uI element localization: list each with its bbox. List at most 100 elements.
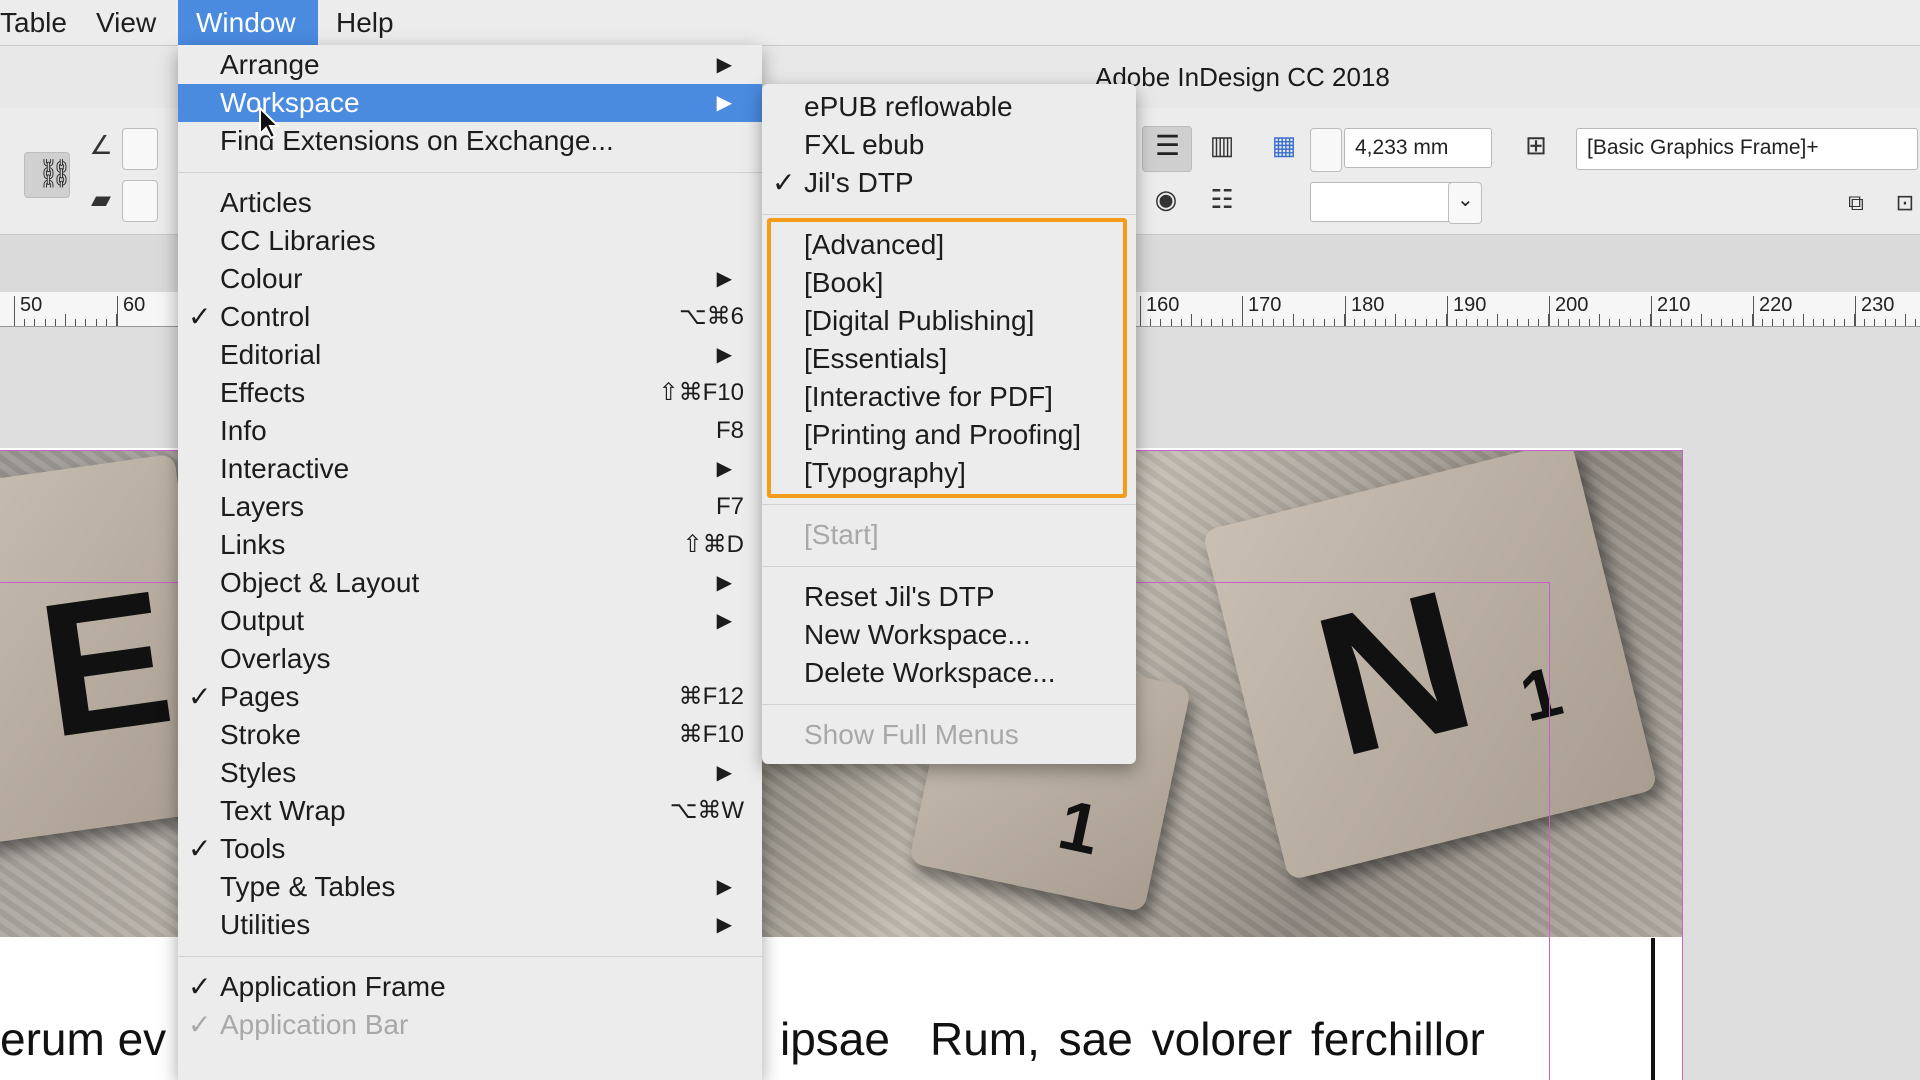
menu-item-label: Pages — [220, 681, 300, 712]
submenu-arrow-icon: ▶ — [716, 572, 732, 594]
object-style-select[interactable]: [Basic Graphics Frame]+ — [1576, 128, 1918, 170]
menu-item-label: Delete Workspace... — [804, 657, 1056, 688]
menu-item-jil-s-dtp[interactable]: ✓ Jil's DTP — [762, 164, 1136, 202]
text-frame-options-icon[interactable]: ▥ — [1202, 130, 1242, 161]
reference-icon[interactable]: ⧉ — [1836, 190, 1876, 216]
menu-help[interactable]: Help — [318, 0, 412, 45]
submenu-arrow-icon: ▶ — [716, 914, 732, 936]
body-text-mid[interactable]: ipsae — [780, 1012, 890, 1066]
menu-separator — [178, 172, 762, 173]
menu-item-new-workspace[interactable]: New Workspace... — [762, 616, 1136, 654]
menu-item-output[interactable]: Output ▶ — [178, 602, 762, 640]
checkmark-icon: ✓ — [188, 681, 212, 712]
menu-item-label: Links — [220, 529, 286, 560]
margin-guide-right — [1549, 582, 1550, 1080]
menu-item-application-frame[interactable]: ✓ Application Frame — [178, 968, 762, 1006]
menu-item-layers[interactable]: Layers F7 — [178, 488, 762, 526]
menu-item-utilities[interactable]: Utilities ▶ — [178, 906, 762, 944]
align-bottom-icon[interactable]: ☷ — [1202, 184, 1242, 215]
menu-separator — [762, 566, 1136, 567]
menu-separator — [762, 504, 1136, 505]
menu-item-shortcut: ⌥⌘6 — [678, 303, 744, 330]
frame-fitting-icon[interactable]: ⊞ — [1518, 130, 1554, 161]
menu-item-styles[interactable]: Styles ▶ — [178, 754, 762, 792]
menu-item-editorial[interactable]: Editorial ▶ — [178, 336, 762, 374]
menu-item-reset-jil-s-dtp[interactable]: Reset Jil's DTP — [762, 578, 1136, 616]
ruler-label: 230 — [1861, 294, 1895, 316]
menu-item-arrange[interactable]: Arrange ▶ — [178, 46, 762, 84]
ruler-label: 160 — [1146, 294, 1180, 316]
menu-item-label: Arrange — [220, 49, 320, 80]
menu-bar: Table View Window Help — [0, 0, 1920, 46]
menu-window[interactable]: Window — [178, 0, 318, 45]
wrap-icon[interactable]: ◉ — [1146, 184, 1186, 215]
menu-item-application-bar: ✓ Application Bar — [178, 1006, 762, 1044]
menu-item-label: Reset Jil's DTP — [804, 581, 995, 612]
ruler-label: 220 — [1759, 294, 1793, 316]
menu-item-label: CC Libraries — [220, 225, 376, 256]
body-text-left[interactable]: erum ev — [0, 1012, 166, 1066]
menu-item-type-tables[interactable]: Type & Tables ▶ — [178, 868, 762, 906]
menu-item-label: Interactive — [220, 453, 350, 484]
menu-item-epub-reflowable[interactable]: ePUB reflowable — [762, 88, 1136, 126]
page-bleed-line — [1651, 938, 1655, 1080]
dimension-stepper[interactable] — [1310, 128, 1342, 172]
menu-item-object-layout[interactable]: Object & Layout ▶ — [178, 564, 762, 602]
menu-item-cc-libraries[interactable]: CC Libraries — [178, 222, 762, 260]
menu-item-shortcut: F8 — [715, 417, 744, 444]
dimension-field[interactable]: 4,233 mm — [1344, 128, 1492, 168]
checkmark-icon: ✓ — [772, 167, 796, 198]
menu-item-label: [Start] — [804, 519, 879, 550]
shear-icon: ▰ — [91, 184, 111, 214]
menu-item-colour[interactable]: Colour ▶ — [178, 260, 762, 298]
menu-item-tools[interactable]: ✓ Tools — [178, 830, 762, 868]
submenu-arrow-icon: ▶ — [716, 762, 732, 784]
ruler-label: 210 — [1657, 294, 1691, 316]
menu-view[interactable]: View — [78, 0, 174, 45]
panel-icon[interactable]: ⊡ — [1890, 190, 1920, 216]
menu-item-interactive[interactable]: Interactive ▶ — [178, 450, 762, 488]
checkmark-icon: ✓ — [188, 971, 212, 1002]
menu-item-info[interactable]: Info F8 — [178, 412, 762, 450]
menu-item-label: Info — [220, 415, 267, 446]
menu-item-start: [Start] — [762, 516, 1136, 554]
menu-item-links[interactable]: Links ⇧⌘D — [178, 526, 762, 564]
menu-item-shortcut: ⌘F12 — [678, 683, 744, 710]
menu-item-delete-workspace[interactable]: Delete Workspace... — [762, 654, 1136, 692]
tile-sub-mid: 1 — [1052, 785, 1107, 870]
submenu-arrow-icon: ▶ — [716, 610, 732, 632]
menu-item-label: ePUB reflowable — [804, 91, 1013, 122]
workspace-highlight-box — [767, 218, 1127, 498]
body-text-right[interactable]: Rum, sae volorer ferchillor — [930, 1012, 1485, 1066]
menu-item-label: Editorial — [220, 339, 322, 370]
menu-item-pages[interactable]: ✓ Pages ⌘F12 — [178, 678, 762, 716]
menu-item-stroke[interactable]: Stroke ⌘F10 — [178, 716, 762, 754]
menu-item-label: Control — [220, 301, 311, 332]
menu-item-articles[interactable]: Articles — [178, 184, 762, 222]
menu-item-fxl-ebub[interactable]: FXL ebub — [762, 126, 1136, 164]
submenu-arrow-icon: ▶ — [716, 876, 732, 898]
menu-item-label: Text Wrap — [220, 795, 346, 826]
menu-table[interactable]: Table — [0, 0, 85, 45]
menu-item-text-wrap[interactable]: Text Wrap ⌥⌘W — [178, 792, 762, 830]
constrain-proportions-button[interactable]: ⛓ — [24, 152, 73, 198]
menu-item-label: FXL ebub — [804, 129, 925, 160]
menu-item-shortcut: ⇧⌘F10 — [658, 379, 744, 406]
rotate-stepper[interactable] — [122, 128, 158, 170]
stroke-dropdown[interactable]: ⌄ — [1448, 182, 1482, 224]
menu-item-overlays[interactable]: Overlays — [178, 640, 762, 678]
ruler-label: 170 — [1248, 294, 1282, 316]
menu-item-label: Articles — [220, 187, 312, 218]
menu-item-label: Utilities — [220, 909, 311, 940]
menu-item-label: Effects — [220, 377, 306, 408]
menu-item-show-full-menus: Show Full Menus — [762, 716, 1136, 754]
align-center-button[interactable]: ☰ — [1142, 126, 1192, 172]
menu-item-control[interactable]: ✓ Control ⌥⌘6 — [178, 298, 762, 336]
shear-stepper[interactable] — [122, 180, 158, 222]
menu-item-label: Application Frame — [220, 971, 446, 1002]
align-icon: ☰ — [1155, 130, 1181, 161]
menu-item-effects[interactable]: Effects ⇧⌘F10 — [178, 374, 762, 412]
grid-icon[interactable]: ▦ — [1266, 130, 1302, 161]
tile-sub-right: 1 — [1512, 651, 1570, 737]
menu-item-label: Object & Layout — [220, 567, 420, 598]
